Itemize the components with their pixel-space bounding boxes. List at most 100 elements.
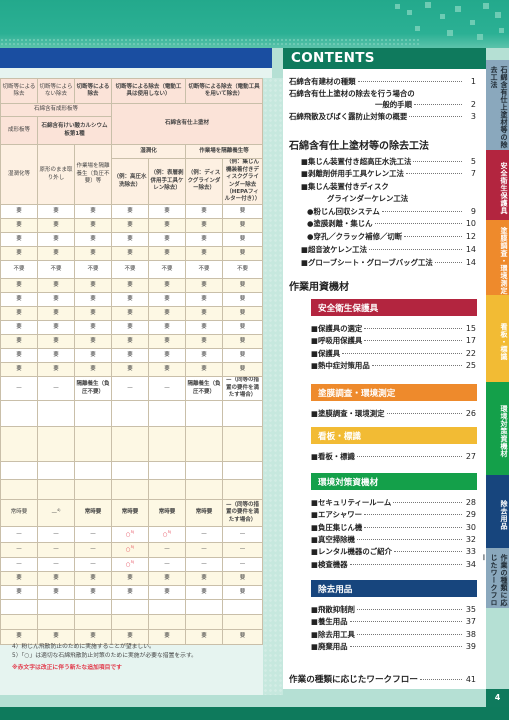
table-cell: 要 — [185, 232, 223, 247]
toc-item-line1[interactable]: 石綿含有仕上塗材の除去を行う場合の — [289, 88, 476, 99]
toc-label: ■集じん装置付きディスク — [301, 182, 389, 191]
toc-item-workflow[interactable]: 作業の種類に応じたワークフロー 41 — [289, 673, 476, 685]
toc-item[interactable]: ●穿孔／クラック補修／切断 12 — [307, 231, 476, 242]
table-cell: — — [148, 376, 186, 401]
table-cell: 要 — [37, 348, 75, 363]
side-tab[interactable]: 石綿含有仕上塗材等の除去工法 — [486, 60, 509, 150]
table-cell: 要 — [37, 320, 75, 335]
table-cell: — — [37, 557, 75, 572]
side-tab[interactable]: 環境対策資機材 — [486, 382, 509, 475]
toc-item[interactable]: ■エアシャワー 29 — [311, 509, 476, 520]
toc-item[interactable]: ●粉じん回収システム 9 — [307, 206, 476, 217]
table-cell: — — [0, 376, 38, 401]
toc-item[interactable]: 一般的手順 2 — [375, 99, 476, 110]
toc-item[interactable]: ■養生用品 37 — [311, 616, 476, 627]
table-cell: 要 — [148, 362, 186, 377]
table-row: 常時要 —4) 常時要 常時要 常時要 常時要 —（同等の措置の要件を満たす場合） — [0, 499, 264, 527]
toc-item[interactable]: ■レンタル機器のご紹介 33 — [311, 546, 476, 557]
toc-item[interactable]: ■熱中症対策用品 25 — [311, 360, 476, 371]
na-cell — [0, 599, 38, 615]
table-cell: 要 — [148, 320, 186, 335]
na-cell — [37, 400, 75, 427]
toc-label: ■真空掃除機 — [311, 534, 355, 544]
toc-item[interactable]: ■塗膜調査・環境測定 26 — [311, 408, 476, 419]
toc-item[interactable]: ■廃棄用品 39 — [311, 641, 476, 652]
na-cell — [185, 461, 223, 480]
toc-item[interactable]: ■セキュリティールーム 28 — [311, 497, 476, 508]
toc-item[interactable]: ■保護具の選定 15 — [311, 323, 476, 334]
na-cell — [74, 400, 112, 427]
table-row-na — [0, 426, 264, 462]
toc-item[interactable]: 石綿飛散及びばく露防止対策の概要 3 — [289, 111, 476, 122]
table-cell: 要 — [74, 571, 112, 586]
table-cell: 要 — [37, 292, 75, 307]
toc-label: ■超音波ケレン工法 — [301, 245, 367, 254]
table-row: — — 隔離養生（負圧不要） — — 隔離養生（負圧不要） —（同等の措置の要件を満たす場合… — [0, 376, 264, 401]
blue-header-bar — [0, 48, 272, 68]
side-tab[interactable]: 安全衛生保護具 — [486, 150, 509, 220]
footnote-red: ※赤文字は改正に伴う新たな追加項目です — [12, 664, 122, 671]
toc-label: ■エアシャワー — [311, 510, 363, 520]
table-cell: 要 — [37, 204, 75, 219]
table-cell: — — [37, 526, 75, 543]
side-tab[interactable]: 塗膜調査・環境測定 — [486, 220, 509, 295]
toc-page: 7 — [470, 169, 476, 178]
toc-item[interactable]: ■看板・標識 27 — [311, 451, 476, 462]
pixel-decoration — [385, 0, 509, 48]
toc-item[interactable]: ■集じん装置付きディスク — [301, 181, 476, 192]
footnotes: 4）粉じん飛散防止のために実施することが望ましい。 5）「○」は適切な石綿飛散防… — [12, 643, 262, 673]
toc-page: 12 — [465, 232, 476, 241]
table-cell: 要 — [111, 571, 149, 586]
toc-item[interactable]: ■飛散抑制剤 35 — [311, 604, 476, 615]
table-cell: — — [185, 542, 223, 558]
toc-item[interactable]: ■真空掃除機 32 — [311, 534, 476, 545]
panel-edge-pattern — [263, 78, 283, 695]
table-cell: — — [221, 526, 264, 543]
side-tab[interactable]: 作業の種類に応じたワークフロー — [480, 548, 509, 608]
table-cell: 要 — [0, 246, 38, 261]
na-cell — [0, 461, 38, 480]
toc-item[interactable]: ■保護具 22 — [311, 348, 476, 359]
toc-item[interactable]: 石綿含有建材の種類 1 — [289, 76, 476, 87]
table-cell: 要 — [37, 362, 75, 377]
toc-label: グラインダーケレン工法 — [327, 194, 409, 203]
table-cell: — — [111, 376, 149, 401]
na-cell — [111, 479, 149, 500]
toc-item[interactable]: ■除去用工具 38 — [311, 629, 476, 640]
na-cell — [185, 479, 223, 500]
toc-item-line2[interactable]: グラインダーケレン工法 — [327, 193, 476, 204]
table-cell: 要 — [111, 320, 149, 335]
table-cell: 常時要 — [185, 499, 223, 527]
table-cell: 要 — [221, 246, 264, 261]
na-cell — [37, 599, 75, 615]
table-cell: 要 — [37, 278, 75, 293]
side-tab[interactable]: 看板・標識 — [486, 295, 509, 382]
table-cell: 要 — [111, 585, 149, 600]
toc-item[interactable]: ■検査機器 34 — [311, 559, 476, 570]
side-tab[interactable]: 除去用品 — [486, 475, 509, 548]
table-cell: 要 — [185, 278, 223, 293]
toc-item[interactable]: ●塗膜剥離・集じん 10 — [307, 218, 476, 229]
table-cell: 要 — [185, 204, 223, 219]
na-cell — [185, 614, 223, 630]
table-cell: 不要 — [74, 260, 112, 279]
toc-page: 41 — [465, 675, 476, 684]
toc-page: 39 — [465, 641, 476, 651]
header-cell: 作業場を隔離養生等 — [184, 144, 264, 159]
table-cell: 要 — [148, 232, 186, 247]
toc-item[interactable]: ■呼吸用保護具 17 — [311, 335, 476, 346]
toc-item[interactable]: ■剥離剤併用手工具ケレン工法 7 — [301, 168, 476, 179]
table-cell: 要 — [0, 278, 38, 293]
table-cell: 要 — [185, 306, 223, 321]
header-row: 切断等による除去 切断等によらない除去 切断等による除去 切断等による除去（電動… — [0, 78, 264, 104]
table-cell: 要 — [111, 362, 149, 377]
table-cell: 要 — [74, 204, 112, 219]
toc-item[interactable]: ■超音波ケレン工法 14 — [301, 244, 476, 255]
toc-item[interactable]: ■集じん装置付き超高圧水洗工法 5 — [301, 156, 476, 167]
toc-item[interactable]: ■負圧集じん機 30 — [311, 522, 476, 533]
toc-label: ■塗膜調査・環境測定 — [311, 409, 385, 418]
section-title-materials: 作業用資機材 — [289, 282, 349, 293]
toc-item[interactable]: ■グローブシート・グローブバッグ工法 14 — [301, 257, 476, 268]
table-cell: 不要 — [148, 260, 186, 279]
table-cell: 要 — [74, 334, 112, 349]
